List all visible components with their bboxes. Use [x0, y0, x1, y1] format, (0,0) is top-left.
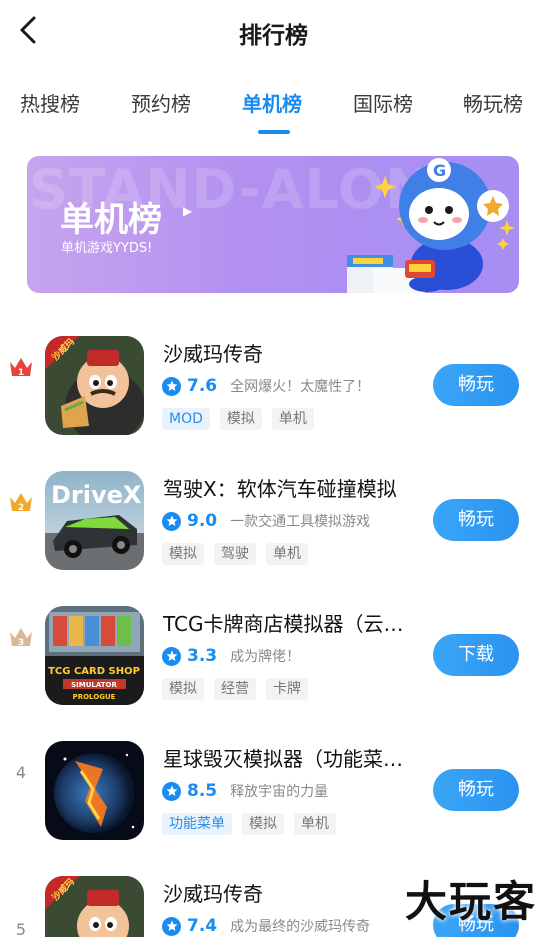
tag[interactable]: 单机 [266, 543, 308, 565]
tag[interactable]: 模拟 [162, 678, 204, 700]
rank-number: 5 [15, 919, 27, 937]
tab-hot-search[interactable]: 热搜榜 [20, 88, 80, 117]
score-row: 7.4 成为最终的沙威玛传奇 [162, 914, 370, 937]
app-description: 一款交通工具模拟游戏 [230, 514, 371, 530]
tab-indicator [258, 130, 290, 134]
rank-number: 4 [15, 762, 27, 782]
app-icon[interactable]: 沙威玛 [45, 876, 144, 937]
list-item[interactable]: 3 TCG CARD SHOP SIMULATOR PROLOGUE TCG卡牌… [0, 588, 547, 708]
app-score: 8.5 [187, 781, 218, 801]
app-description: 全网爆火！太魔性了！ [230, 379, 371, 395]
app-icon[interactable]: DriveX [45, 471, 144, 570]
tag[interactable]: 单机 [294, 813, 336, 835]
mascot-illustration: G [347, 158, 515, 293]
tag-list: 功能菜单 模拟 单机 [162, 813, 336, 835]
list-item[interactable]: 1 沙威玛 沙威玛传奇 7.6 全网爆火！太魔性了！ MOD 模拟 单机 畅玩 [0, 318, 547, 438]
app-icon[interactable]: 沙威玛 [45, 336, 144, 435]
app-description: 成为牌佬！ [230, 649, 301, 665]
star-icon [162, 916, 181, 936]
ranking-banner[interactable]: STAND-ALONE 单机榜 ▶ 单机游戏YYDS! G [27, 156, 519, 293]
tag-list: MOD 模拟 单机 [162, 408, 314, 430]
app-icon[interactable] [45, 741, 144, 840]
download-button[interactable]: 下载 [433, 634, 519, 676]
app-description: 释放宇宙的力量 [230, 784, 329, 800]
tab-reservation[interactable]: 预约榜 [131, 88, 191, 117]
play-button[interactable]: 畅玩 [433, 364, 519, 406]
play-button[interactable]: 畅玩 [433, 499, 519, 541]
icon-prologue-text: PROLOGUE [73, 693, 116, 701]
tag[interactable]: 经营 [214, 678, 256, 700]
star-icon [162, 511, 181, 531]
star-icon [162, 781, 181, 801]
app-score: 7.6 [187, 376, 218, 396]
tag-list: 模拟 驾驶 单机 [162, 543, 308, 565]
score-row: 8.5 释放宇宙的力量 [162, 779, 328, 803]
tab-bar: 热搜榜 预约榜 单机榜 国际榜 畅玩榜 [0, 84, 547, 136]
tag[interactable]: 卡牌 [266, 678, 308, 700]
tag[interactable]: 驾驶 [214, 543, 256, 565]
icon-subtitle-text: SIMULATOR [71, 681, 117, 689]
app-description: 成为最终的沙威玛传奇 [230, 919, 371, 935]
star-icon [162, 376, 181, 396]
tag[interactable]: MOD [162, 408, 210, 430]
rank-crown-gold-icon: 2 [8, 489, 34, 515]
corner-watermark: 大玩客 [404, 877, 537, 926]
score-row: 9.0 一款交通工具模拟游戏 [162, 509, 370, 533]
tag[interactable]: 单机 [271, 408, 314, 430]
rank-number: 2 [18, 503, 24, 513]
app-score: 9.0 [187, 511, 218, 531]
tag[interactable]: 模拟 [219, 408, 262, 430]
app-score: 7.4 [187, 916, 218, 936]
app-name[interactable]: 驾驶X：软体汽车碰撞模拟 [163, 473, 421, 502]
page-title: 排行榜 [239, 23, 308, 49]
banner-arrow-icon: ▶ [183, 204, 193, 218]
tab-standalone[interactable]: 单机榜 [242, 88, 302, 117]
tag[interactable]: 模拟 [162, 543, 204, 565]
tab-cloud-play[interactable]: 畅玩榜 [463, 88, 523, 117]
icon-title-text: TCG CARD SHOP [48, 666, 140, 677]
app-icon[interactable]: TCG CARD SHOP SIMULATOR PROLOGUE [45, 606, 144, 705]
list-item[interactable]: 4 星球毁灭模拟器（功能菜单） 8.5 释放宇宙的力量 功能菜单 模拟 单机 畅… [0, 723, 547, 843]
app-name[interactable]: 沙威玛传奇 [163, 878, 421, 907]
tag[interactable]: 功能菜单 [162, 813, 232, 835]
app-name[interactable]: 星球毁灭模拟器（功能菜单） [163, 743, 421, 772]
tag-list: 模拟 经营 卡牌 [162, 678, 308, 700]
tab-international[interactable]: 国际榜 [353, 88, 413, 117]
rank-crown-bronze-icon: 3 [8, 624, 34, 650]
score-row: 7.6 全网爆火！太魔性了！ [162, 374, 370, 398]
app-name[interactable]: TCG卡牌商店模拟器（云游戏） [163, 608, 421, 637]
svg-text:G: G [433, 161, 446, 180]
tag[interactable]: 模拟 [242, 813, 284, 835]
star-icon [162, 646, 181, 666]
score-row: 3.3 成为牌佬！ [162, 644, 300, 668]
banner-subtitle: 单机游戏YYDS! [61, 241, 153, 256]
rank-crown-gold-icon: 1 [8, 354, 34, 380]
rank-number: 1 [18, 368, 24, 378]
banner-title: 单机榜 [60, 200, 162, 240]
top-bar: 排行榜 [0, 0, 547, 62]
app-score: 3.3 [187, 646, 218, 666]
app-name[interactable]: 沙威玛传奇 [163, 338, 421, 367]
list-item[interactable]: 2 DriveX 驾驶X：软体汽车碰撞模拟 9.0 一款交通工具模拟游戏 模拟 … [0, 453, 547, 573]
play-button[interactable]: 畅玩 [433, 769, 519, 811]
rank-number: 3 [18, 638, 24, 648]
icon-logo-text: DriveX [51, 481, 142, 509]
